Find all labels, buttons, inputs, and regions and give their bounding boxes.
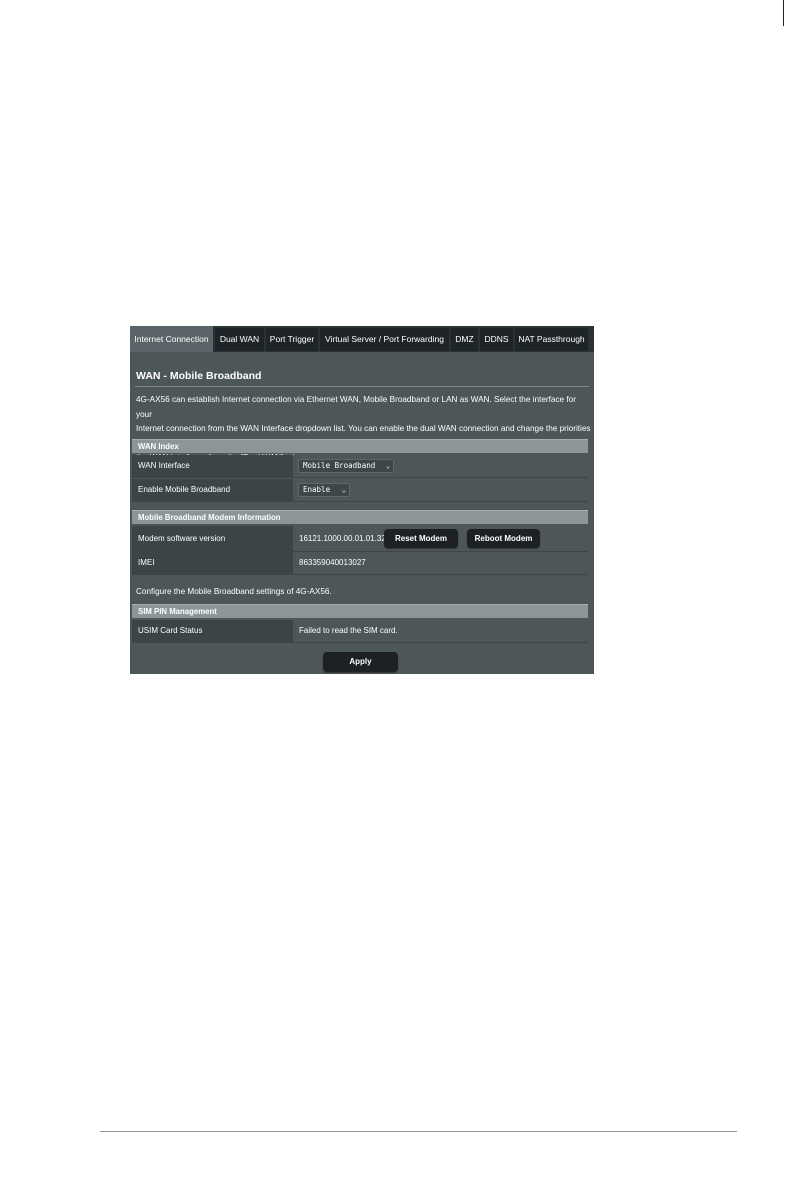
tab-bar: Internet Connection Dual WAN Port Trigge… — [130, 326, 594, 352]
reset-modem-button[interactable]: Reset Modem — [384, 529, 458, 548]
tab-internet-connection[interactable]: Internet Connection — [130, 326, 213, 352]
title-divider — [135, 386, 589, 387]
wan-interface-cell: Mobile Broadband ⌄ — [293, 455, 588, 477]
usim-status-row: USIM Card Status Failed to read the SIM … — [132, 620, 588, 643]
reboot-modem-button[interactable]: Reboot Modem — [467, 529, 540, 548]
tab-port-trigger[interactable]: Port Trigger — [266, 328, 318, 351]
modem-version-cell: 16121.1000.00.01.01.32 Reset Modem Reboo… — [293, 526, 588, 551]
usim-status-label: USIM Card Status — [132, 620, 293, 642]
enable-broadband-value: Enable — [303, 485, 331, 494]
wan-interface-label: WAN Interface — [132, 455, 293, 477]
tab-virtual-server[interactable]: Virtual Server / Port Forwarding — [320, 328, 449, 351]
modem-version-value: 16121.1000.00.01.01.32 — [299, 534, 386, 543]
usim-status-value: Failed to read the SIM card. — [293, 620, 588, 642]
tab-ddns[interactable]: DDNS — [480, 328, 513, 351]
imei-value: 863359040013027 — [293, 552, 588, 574]
wan-interface-value: Mobile Broadband — [303, 461, 376, 470]
tab-nat-passthrough[interactable]: NAT Passthrough — [515, 328, 588, 351]
wan-interface-select[interactable]: Mobile Broadband ⌄ — [298, 459, 394, 473]
enable-broadband-cell: Enable ⌄ — [293, 479, 588, 501]
imei-row: IMEI 863359040013027 — [132, 552, 588, 575]
configure-note: Configure the Mobile Broadband settings … — [136, 587, 332, 596]
router-settings-panel: Internet Connection Dual WAN Port Trigge… — [130, 326, 594, 674]
sim-pin-header: SIM PIN Management — [132, 604, 588, 618]
description-line: 4G-AX56 can establish Internet connectio… — [136, 395, 576, 419]
imei-label: IMEI — [132, 552, 293, 574]
tab-dmz[interactable]: DMZ — [451, 328, 478, 351]
tab-dual-wan[interactable]: Dual WAN — [215, 328, 264, 351]
apply-button[interactable]: Apply — [323, 652, 398, 672]
enable-broadband-label: Enable Mobile Broadband — [132, 479, 293, 501]
wan-interface-row: WAN Interface Mobile Broadband ⌄ — [132, 455, 588, 478]
modem-version-row: Modem software version 16121.1000.00.01.… — [132, 526, 588, 552]
page-footer-line — [100, 1131, 737, 1132]
chevron-down-icon: ⌄ — [385, 462, 390, 470]
modem-version-label: Modem software version — [132, 526, 293, 551]
page-margin-line — [783, 0, 784, 26]
modem-info-header: Mobile Broadband Modem Information — [132, 510, 588, 524]
chevron-down-icon: ⌄ — [341, 486, 346, 494]
wan-index-header: WAN Index — [132, 439, 588, 453]
enable-broadband-select[interactable]: Enable ⌄ — [298, 483, 350, 497]
enable-broadband-row: Enable Mobile Broadband Enable ⌄ — [132, 479, 588, 502]
page-title: WAN - Mobile Broadband — [136, 370, 262, 382]
